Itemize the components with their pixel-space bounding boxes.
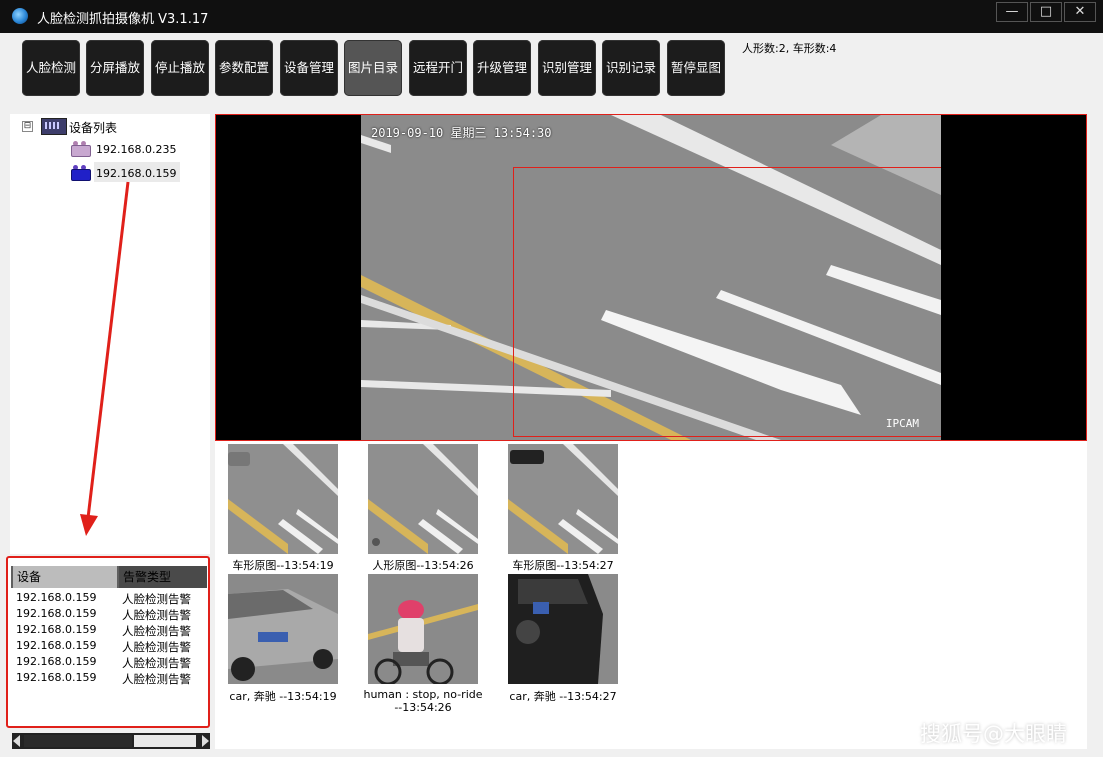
cell-alarm-type: 人脸检测告警 [122,592,191,606]
cell-alarm-type: 人脸检测告警 [122,608,191,622]
capture-crop-thumbnail[interactable] [508,574,618,684]
detection-region-box [513,167,941,437]
capture-original-caption: 车形原图--13:54:19 [232,559,334,572]
close-button[interactable]: ✕ [1064,2,1096,22]
toolbar-button-recog-records[interactable]: 识别记录 [602,40,660,96]
video-frame: 2019-09-10 星期三 13:54:30 IPCAM [361,115,941,440]
toolbar-button-params[interactable]: 参数配置 [215,40,273,96]
capture-crop-thumbnail[interactable] [368,574,478,684]
capture-crop-caption: --13:54:26 [394,701,452,714]
cell-alarm-type: 人脸检测告警 [122,672,191,686]
capture-gallery: 车形原图--13:54:19 人形原图--13:54:26 车形原图--13:5… [215,441,1087,749]
capture-original-caption: 车形原图--13:54:27 [512,559,614,572]
cell-device: 192.168.0.159 [16,607,97,620]
capture-crop-caption: human : stop, no-ride [363,688,483,701]
capture-crop-caption: car, 奔驰 --13:54:19 [229,690,337,703]
cell-device: 192.168.0.159 [16,623,97,636]
capture-crop-thumbnail[interactable] [228,574,338,684]
toolbar-button-device-mgmt[interactable]: 设备管理 [280,40,338,96]
scroll-right-icon[interactable] [202,735,209,747]
maximize-button[interactable]: □ [1030,2,1062,22]
cell-device: 192.168.0.159 [16,655,97,668]
capture-original-caption: 人形原图--13:54:26 [372,559,474,572]
watermark: 搜狐号@大眼睛 [920,722,1067,746]
capture-original-thumbnail[interactable] [368,444,478,554]
scrollbar-thumb[interactable] [24,735,132,747]
capture-original-thumbnail[interactable] [228,444,338,554]
live-video-panel[interactable]: 2019-09-10 星期三 13:54:30 IPCAM [215,114,1087,441]
toolbar-button-pause-display[interactable]: 暂停显图 [667,40,725,96]
toolbar-button-upgrade[interactable]: 升级管理 [473,40,531,96]
annotation-arrow [80,181,130,536]
toolbar-button-image-dir[interactable]: 图片目录 [344,40,402,96]
detection-counts: 人形数:2, 车形数:4 [742,42,837,55]
cell-alarm-type: 人脸检测告警 [122,624,191,638]
scroll-left-icon[interactable] [13,735,20,747]
minimize-button[interactable]: — [996,2,1028,22]
column-header-alarm-type[interactable]: 告警类型 [119,566,207,588]
alarm-list-header: 设备 告警类型 [11,566,207,588]
cell-alarm-type: 人脸检测告警 [122,640,191,654]
cell-device: 192.168.0.159 [16,639,97,652]
alarm-list: 设备 告警类型 192.168.0.159 人脸检测告警 192.168.0.1… [6,556,210,728]
cell-alarm-type: 人脸检测告警 [122,656,191,670]
video-timestamp: 2019-09-10 星期三 13:54:30 [371,126,552,140]
toolbar-button-remote-door[interactable]: 远程开门 [409,40,467,96]
capture-original-thumbnail[interactable] [508,444,618,554]
scrollbar-track[interactable] [134,735,196,747]
column-header-device[interactable]: 设备 [13,566,117,588]
horizontal-scrollbar[interactable] [12,733,210,749]
capture-crop-caption: car, 奔驰 --13:54:27 [509,690,617,703]
toolbar-button-recog-mgmt[interactable]: 识别管理 [538,40,596,96]
cell-device: 192.168.0.159 [16,671,97,684]
cell-device: 192.168.0.159 [16,591,97,604]
